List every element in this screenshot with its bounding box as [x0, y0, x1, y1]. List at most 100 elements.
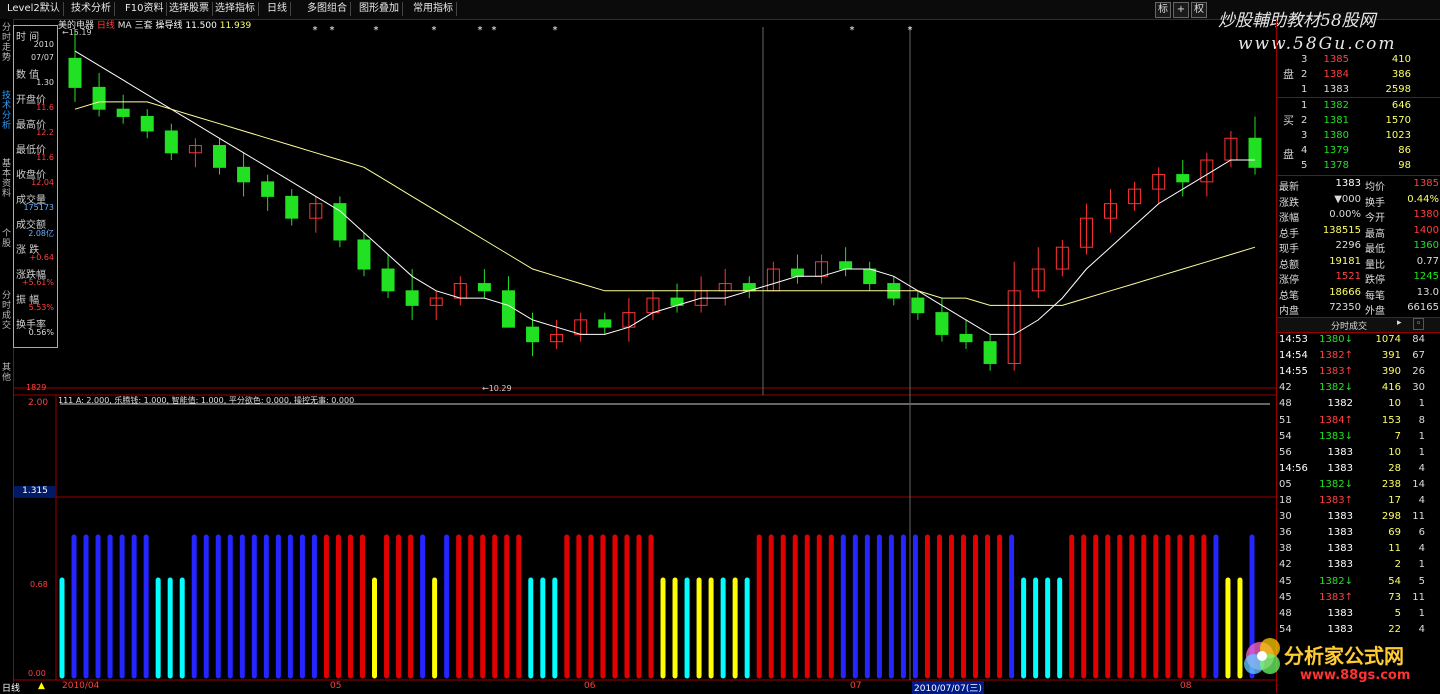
info-value: 2010: [33, 40, 54, 49]
chart-canvas[interactable]: * * * * * * * * *: [0, 0, 1440, 693]
stat-label: 涨幅: [1279, 213, 1299, 224]
tick-count: 1: [1418, 559, 1425, 571]
stat-value: ▼000: [1334, 193, 1361, 205]
candle-body: [863, 268, 877, 285]
tick-count: 4: [1418, 495, 1425, 506]
stat-label: 涨停: [1279, 275, 1299, 286]
tick-volume: 5: [1394, 607, 1401, 619]
buy-volume: 1570: [1385, 115, 1411, 126]
candle-body: [405, 290, 419, 306]
buy-label: 买: [1283, 114, 1294, 127]
level-no: 4: [1301, 145, 1308, 156]
sell-label: 盘: [1283, 68, 1294, 81]
sub-axis-h: 0.68: [30, 580, 48, 589]
info-box: 时 间 2010 07/07 数 值 1.30 开盘价 11.6 最高价 12.2 最低价 11.6…: [13, 25, 58, 348]
buy-volume: 646: [1391, 100, 1411, 111]
stat-value: 138515: [1322, 224, 1361, 236]
stat-label: 现手: [1279, 244, 1299, 255]
stat-value: 0.44%: [1407, 193, 1439, 205]
tick-count: 1: [1418, 607, 1425, 619]
info-value: 175173: [23, 203, 54, 212]
ma5-line: [74, 50, 1255, 335]
signal-star-icon: *: [908, 25, 913, 36]
buy-volume: 98: [1398, 160, 1411, 171]
stat-value: 1245: [1413, 271, 1439, 282]
tick-volume: 1074: [1375, 334, 1401, 345]
tick-time: 30: [1279, 511, 1292, 523]
ticks-page-button[interactable]: ◦: [1413, 318, 1425, 330]
candle-body: [983, 341, 997, 364]
stat-value: 0.77: [1416, 255, 1439, 267]
candle-body: [526, 326, 540, 343]
stat-value: 1521: [1335, 271, 1361, 282]
buy-price: 1380: [1323, 130, 1349, 141]
level-no: 1: [1301, 100, 1308, 111]
tick-time: 42: [1279, 382, 1292, 394]
date-axis-label-jun: 06: [584, 681, 596, 691]
tick-price: 1383↑: [1319, 591, 1353, 603]
tick-time: 36: [1279, 527, 1292, 539]
high-price-label: ←15.19: [62, 28, 92, 37]
tick-volume: 416: [1381, 382, 1401, 394]
tick-volume: 10: [1388, 398, 1401, 410]
tick-time: 51: [1279, 414, 1292, 426]
low-price-label: ←10.29: [482, 384, 512, 393]
tick-count: 11: [1412, 591, 1425, 603]
logo-88gs: 分析家公式网 www.88gs.com: [1240, 634, 1440, 693]
stat-value: 19181: [1329, 255, 1361, 267]
signal-star-icon: *: [330, 25, 335, 36]
tick-time: 54: [1279, 430, 1292, 442]
date-axis-arrow-icon: ▲: [38, 681, 45, 691]
info-value: 1.30: [36, 78, 54, 87]
sub-axis-mid: 1.315: [14, 486, 56, 497]
sell-price: 1385: [1323, 54, 1349, 65]
info-value: 11.6: [36, 153, 54, 162]
candle-body: [1248, 137, 1262, 168]
tick-volume: 11: [1388, 543, 1401, 555]
signal-stars-group: * * * * * * * * *: [313, 25, 913, 36]
date-axis-label-apr: 2010/04: [62, 681, 100, 691]
tick-volume: 17: [1388, 495, 1401, 506]
tick-count: 6: [1418, 527, 1425, 539]
tick-price: 1383: [1327, 462, 1353, 474]
stat-value: 2296: [1335, 240, 1361, 251]
buy-price: 1378: [1323, 160, 1349, 171]
quote-panel: 盘 买 盘 3 1385 410 2 1384 386 1 1383 2598 1 1382 646…: [1276, 20, 1440, 693]
price-axis-bottom: 1829: [26, 383, 47, 392]
signal-star-icon: *: [374, 25, 379, 36]
stat-label: 总额: [1279, 259, 1299, 271]
candle-body: [501, 290, 515, 328]
tick-price: 1383: [1327, 527, 1353, 539]
candle-body: [164, 130, 178, 154]
tick-time: 14:55: [1279, 366, 1308, 378]
info-value: 11.6: [36, 103, 54, 112]
stat-label: 换手: [1365, 197, 1385, 209]
stat-value: 1360: [1413, 240, 1439, 251]
tick-volume: 298: [1381, 511, 1401, 523]
logo-url: www.88gs.com: [1300, 668, 1411, 683]
signal-star-icon: *: [850, 25, 855, 36]
tick-price: 1382↓: [1319, 478, 1353, 490]
candle-body: [140, 115, 154, 132]
buy-volume: 86: [1398, 145, 1411, 156]
candle-body: [116, 108, 130, 117]
candle-body: [935, 312, 949, 335]
date-axis-period: 日线: [2, 684, 21, 694]
candle-body: [357, 239, 371, 270]
stat-value: 13.0: [1416, 286, 1439, 298]
tick-count: 8: [1418, 414, 1425, 426]
tick-volume: 2: [1394, 559, 1401, 571]
level-no: 5: [1301, 160, 1308, 171]
stat-value: 1400: [1413, 224, 1439, 236]
stat-label: 跌停: [1365, 275, 1385, 286]
tick-volume: 10: [1388, 446, 1401, 458]
chart-frame: [14, 27, 1276, 681]
tick-price: 1383↓: [1319, 430, 1353, 442]
sell-price: 1383: [1323, 84, 1349, 95]
tick-time: 45: [1279, 591, 1292, 603]
info-value: 07/07: [30, 53, 54, 62]
tick-time: 14:54: [1279, 350, 1308, 362]
buy-price: 1381: [1323, 115, 1349, 126]
tick-price: 1383: [1327, 607, 1353, 619]
ticks-prev-icon[interactable]: ▸: [1397, 318, 1402, 328]
